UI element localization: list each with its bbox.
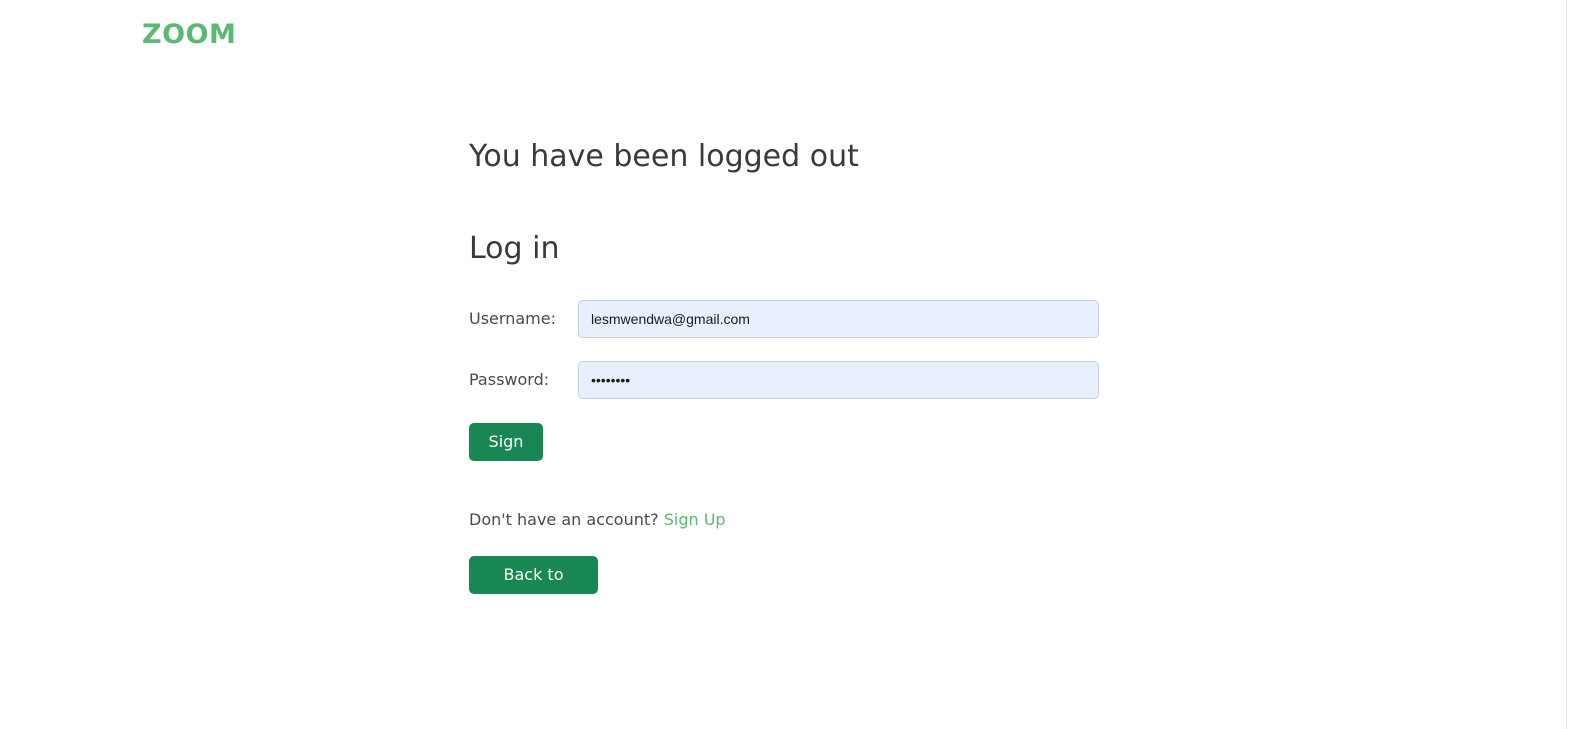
- password-row: Password:: [469, 361, 1099, 399]
- back-to-home-button[interactable]: Back to Home: [469, 556, 598, 622]
- logout-message: You have been logged out: [469, 139, 859, 174]
- brand-logo[interactable]: ZOOM: [142, 18, 236, 52]
- signup-link[interactable]: Sign Up: [664, 510, 726, 529]
- signup-prompt: Don't have an account?: [469, 510, 659, 529]
- signup-prompt-line: Don't have an account? Sign Up: [469, 509, 726, 531]
- login-title: Log in: [469, 231, 560, 266]
- username-input[interactable]: [578, 300, 1099, 338]
- username-row: Username:: [469, 300, 1099, 338]
- password-label: Password:: [469, 370, 550, 389]
- sign-in-button[interactable]: Sign in: [469, 423, 543, 489]
- username-label: Username:: [469, 309, 556, 328]
- password-input[interactable]: [578, 361, 1099, 399]
- vertical-scrollbar[interactable]: [1566, 0, 1584, 729]
